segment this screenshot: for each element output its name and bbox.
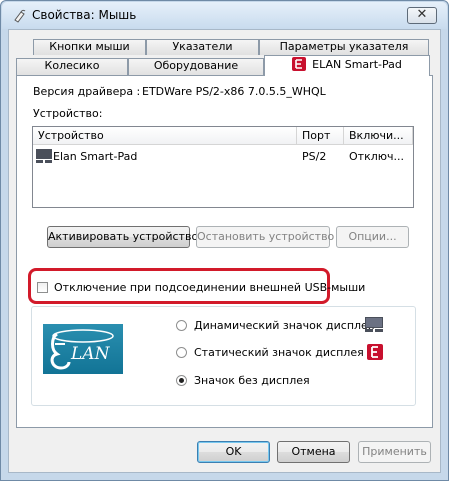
activate-device-button[interactable]: Активировать устройство [47, 226, 198, 248]
close-icon: ✕ [416, 7, 428, 22]
radio-no-icon[interactable] [176, 375, 187, 386]
elan-logo: LAN [43, 324, 123, 374]
tab-hardware[interactable]: Оборудование [128, 58, 264, 76]
device-port: PS/2 [302, 150, 327, 163]
column-header-label: Устройство [38, 129, 104, 142]
tab-label: Колесико [44, 59, 100, 72]
stop-device-button[interactable]: Остановить устройство [196, 226, 334, 248]
column-header-port[interactable]: Порт [297, 127, 344, 145]
column-header-device[interactable]: Устройство [33, 127, 297, 145]
radio-static-icon[interactable] [176, 347, 187, 358]
tab-wheel[interactable]: Колесико [16, 58, 128, 76]
options-button[interactable]: Опции... [336, 226, 409, 248]
device-label: Устройство: [33, 107, 103, 120]
tab-label: Кнопки мыши [49, 40, 130, 53]
logo-text: LAN [71, 344, 110, 364]
close-button[interactable]: ✕ [407, 7, 437, 24]
tab-pointers[interactable]: Указатели [146, 39, 259, 55]
column-header-label: Порт [302, 129, 331, 142]
mouse-icon [14, 9, 26, 23]
driver-version-value: ETDWare PS/2-x86 7.0.5.5_WHQL [142, 85, 326, 98]
tab-label: Параметры указателя [279, 40, 409, 53]
option-no-icon-label[interactable]: Значок без дисплея [194, 374, 310, 387]
device-list[interactable]: Устройство Порт Включи... Elan Smart-Pad… [32, 126, 414, 208]
ok-button[interactable]: OK [197, 441, 270, 463]
touchpad-icon [36, 149, 52, 163]
tab-label: Оборудование [153, 59, 239, 72]
title-bar[interactable]: Свойства: Мышь ✕ [2, 2, 447, 29]
option-dynamic-icon-label[interactable]: Динамический значок дисплея [194, 319, 374, 332]
device-enabled: Отключ... [349, 150, 404, 163]
tab-pointer-options[interactable]: Параметры указателя [259, 39, 429, 55]
tab-label: Указатели [172, 40, 233, 53]
option-static-icon-label[interactable]: Статический значок дисплея [194, 346, 364, 359]
column-header-label: Включи... [349, 129, 404, 142]
touchpad-icon [365, 317, 383, 332]
usb-disable-label[interactable]: Отключение при подсоединении внешней USB… [54, 281, 365, 294]
list-item[interactable]: Elan Smart-Pad PS/2 Отключ... [33, 147, 413, 165]
tab-label: ELAN Smart-Pad [312, 58, 402, 71]
tab-elan-smart-pad[interactable]: ELAN Smart-Pad [264, 55, 430, 76]
driver-version-label: Версия драйвера : [33, 85, 141, 98]
usb-disable-checkbox[interactable] [37, 282, 48, 293]
cancel-button[interactable]: Отмена [277, 441, 350, 463]
device-name: Elan Smart-Pad [53, 150, 138, 163]
tab-mouse-buttons[interactable]: Кнопки мыши [33, 39, 146, 55]
column-header-enabled[interactable]: Включи... [344, 127, 413, 145]
elan-icon [367, 344, 383, 360]
window-title: Свойства: Мышь [32, 8, 137, 22]
apply-button[interactable]: Применить [358, 441, 431, 463]
elan-icon [292, 57, 307, 71]
radio-dynamic-icon[interactable] [176, 320, 187, 331]
